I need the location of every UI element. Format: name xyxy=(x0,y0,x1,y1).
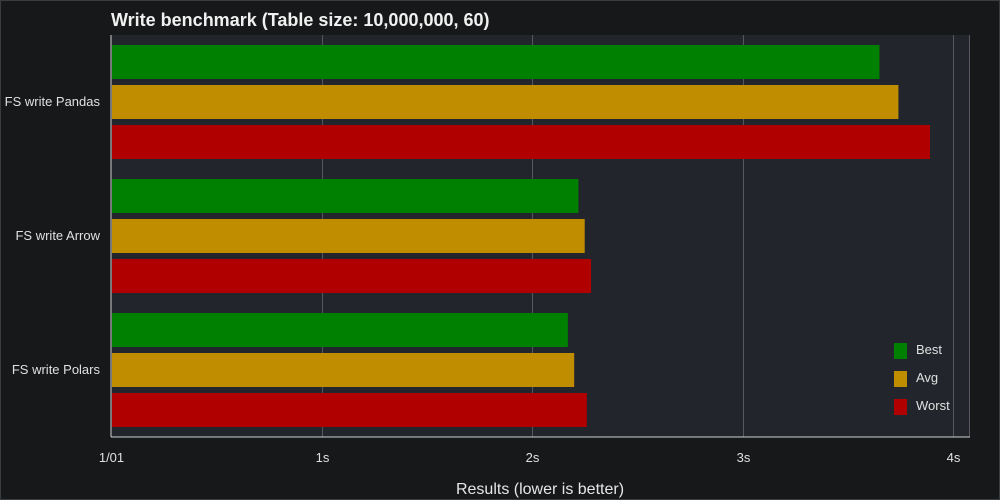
bar-best-fs-write-arrow xyxy=(112,179,579,213)
legend-swatch-best xyxy=(894,343,907,359)
x-tick-labels: 1/01 1s 2s 3s 4s xyxy=(99,450,961,465)
legend-label-best: Best xyxy=(916,342,942,357)
x-tick-label: 4s xyxy=(947,450,961,465)
y-tick-labels: FS write Pandas FS write Arrow FS write Po… xyxy=(5,94,101,377)
chart-title: Write benchmark (Table size: 10,000,000,… xyxy=(111,10,490,30)
bar-worst-fs-write-pandas xyxy=(112,125,930,159)
bar-avg-fs-write-polars xyxy=(112,353,575,387)
x-axis-title: Results (lower is better) xyxy=(456,481,624,498)
y-tick-label: FS write Arrow xyxy=(15,228,100,243)
bar-worst-fs-write-arrow xyxy=(112,259,592,293)
y-tick-label: FS write Pandas xyxy=(5,94,101,109)
bar-worst-fs-write-polars xyxy=(112,393,587,427)
bar-best-fs-write-pandas xyxy=(112,45,880,79)
x-tick-label: 2s xyxy=(526,450,540,465)
x-tick-label: 1s xyxy=(316,450,330,465)
legend-swatch-avg xyxy=(894,371,907,387)
bar-best-fs-write-polars xyxy=(112,313,568,347)
bar-avg-fs-write-arrow xyxy=(112,219,585,253)
legend-label-avg: Avg xyxy=(916,370,938,385)
x-tick-label: 1/01 xyxy=(99,450,124,465)
x-tick-label: 3s xyxy=(737,450,751,465)
y-tick-label: FS write Polars xyxy=(12,362,101,377)
legend-label-worst: Worst xyxy=(916,398,950,413)
benchmark-chart: Write benchmark (Table size: 10,000,000,… xyxy=(0,0,1000,500)
bar-avg-fs-write-pandas xyxy=(112,85,899,119)
legend-swatch-worst xyxy=(894,399,907,415)
